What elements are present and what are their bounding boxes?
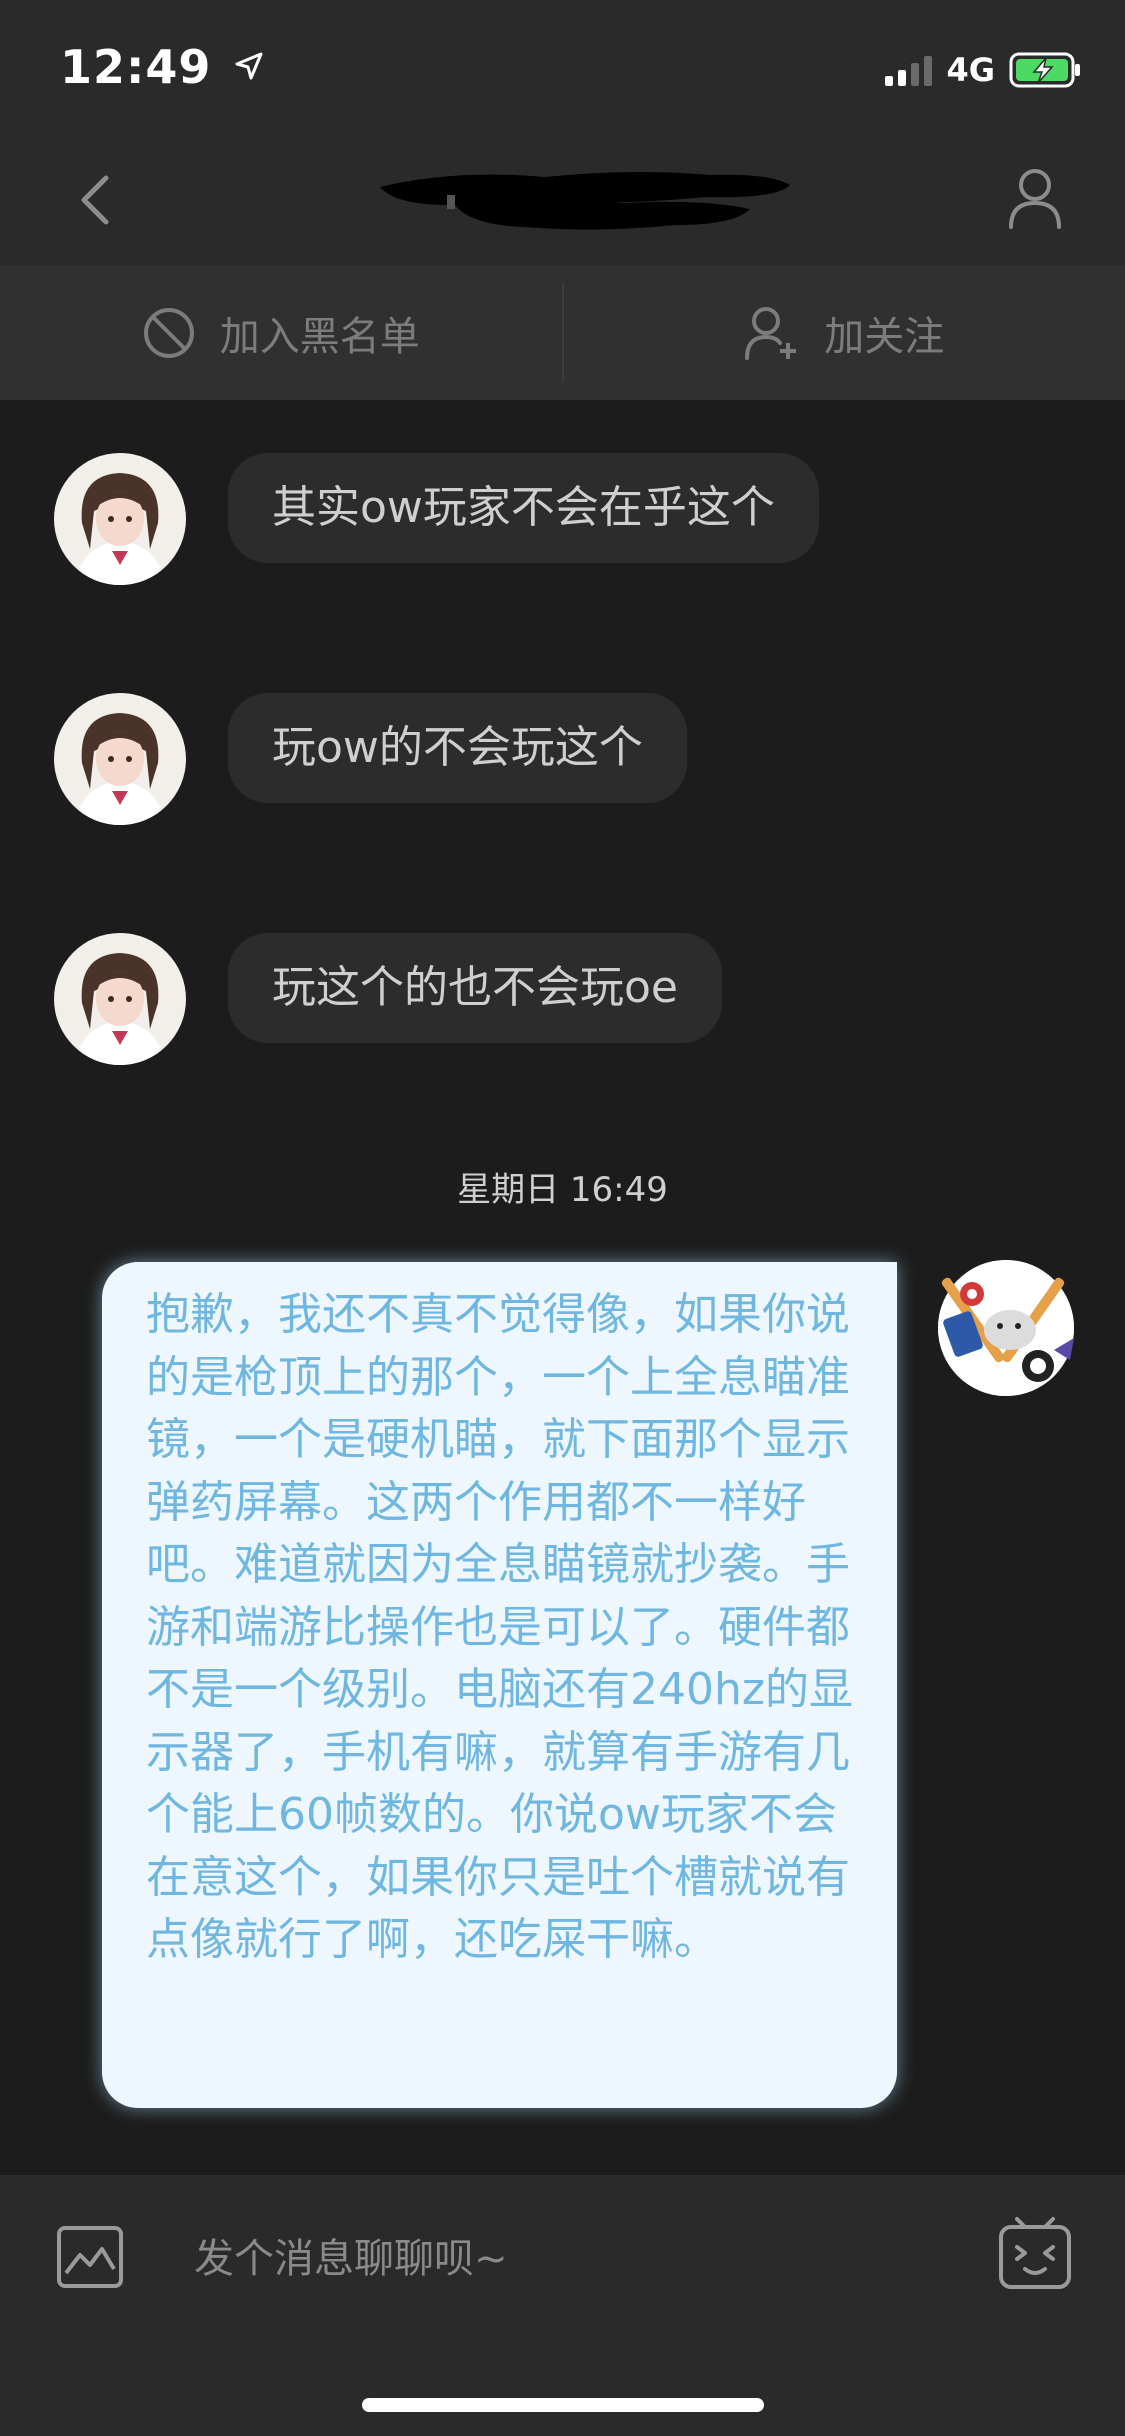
self-avatar[interactable] xyxy=(938,1260,1074,1396)
emoji-face-icon[interactable] xyxy=(997,2215,1073,2291)
redacted-title xyxy=(380,171,790,230)
contact-avatar[interactable] xyxy=(54,453,186,585)
message-text: 玩这个的也不会玩oe xyxy=(272,962,678,1013)
status-indicators: 4G xyxy=(885,51,1083,89)
message-input[interactable] xyxy=(192,2215,976,2303)
contact-avatar[interactable] xyxy=(54,693,186,825)
message-text: 抱歉，我还不真不觉得像，如果你说的是枪顶上的那个，一个上全息瞄准镜，一个是硬机瞄… xyxy=(146,1289,853,1965)
message-text: 其实ow玩家不会在乎这个 xyxy=(272,482,775,533)
follow-button[interactable]: 加关注 xyxy=(564,265,1125,400)
status-bar: 12:49 4G xyxy=(0,0,1125,135)
clock-text: 12:49 xyxy=(60,40,212,94)
location-arrow-icon xyxy=(235,52,263,80)
add-person-icon xyxy=(745,306,797,360)
blacklist-label: 加入黑名单 xyxy=(219,313,420,360)
incoming-message-bubble[interactable]: 玩这个的也不会玩oe xyxy=(228,933,722,1043)
follow-label: 加关注 xyxy=(824,313,945,360)
outgoing-message-bubble[interactable]: 抱歉，我还不真不觉得像，如果你说的是枪顶上的那个，一个上全息瞄准镜，一个是硬机瞄… xyxy=(102,1262,897,2108)
time-separator: 星期日 16:49 xyxy=(457,1170,668,1210)
action-bar: 加入黑名单 加关注 xyxy=(0,265,1125,400)
status-time: 12:49 xyxy=(60,40,264,94)
message-text: 玩ow的不会玩这个 xyxy=(272,722,643,773)
avatar-image xyxy=(54,933,186,1065)
input-bar xyxy=(0,2175,1125,2436)
avatar-image xyxy=(938,1260,1074,1396)
incoming-message-bubble[interactable]: 玩ow的不会玩这个 xyxy=(228,693,687,803)
avatar-image xyxy=(54,693,186,825)
home-indicator xyxy=(362,2398,764,2412)
blacklist-button[interactable]: 加入黑名单 xyxy=(0,265,562,400)
signal-strength-icon xyxy=(885,54,933,86)
image-icon[interactable] xyxy=(56,2225,124,2289)
chat-area[interactable]: 其实ow玩家不会在乎这个 玩ow的不会玩这个 玩这个的也不会玩oe 星期日 16… xyxy=(0,400,1125,2175)
incoming-message-bubble[interactable]: 其实ow玩家不会在乎这个 xyxy=(228,453,819,563)
chat-header xyxy=(0,135,1125,265)
contact-avatar[interactable] xyxy=(54,933,186,1065)
avatar-image xyxy=(54,453,186,585)
network-type: 4G xyxy=(946,51,995,89)
person-icon[interactable] xyxy=(1005,165,1065,230)
battery-charging-icon xyxy=(1009,52,1080,88)
chevron-left-icon[interactable] xyxy=(70,170,120,230)
block-icon xyxy=(143,307,194,358)
